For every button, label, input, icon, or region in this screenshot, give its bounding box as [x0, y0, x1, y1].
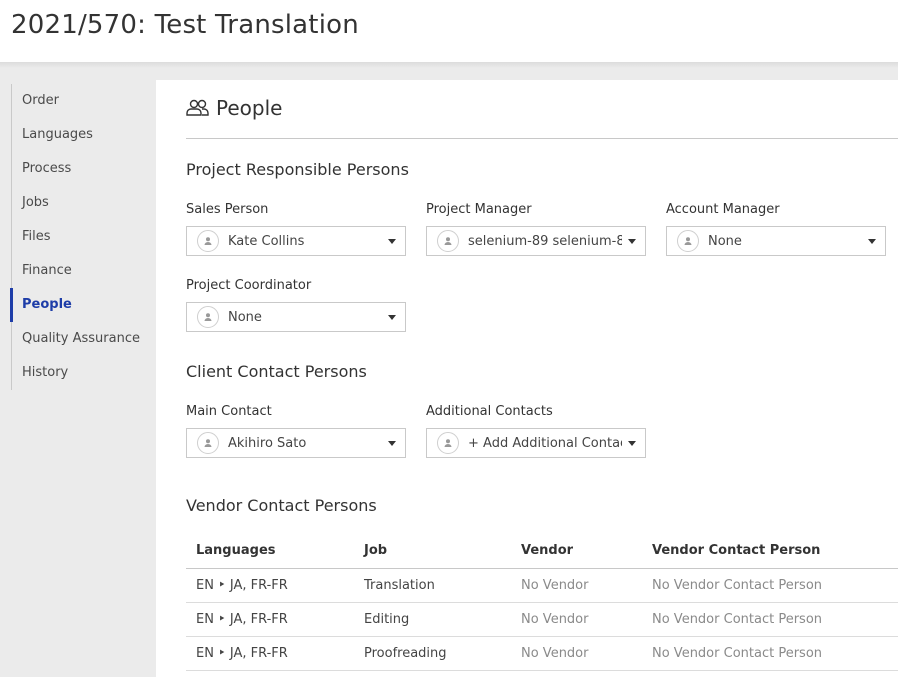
user-avatar-icon	[677, 230, 699, 252]
account-manager-select[interactable]: None	[666, 226, 886, 256]
chevron-down-icon	[628, 440, 636, 446]
cell-vendor: No Vendor	[511, 602, 642, 637]
header-divider	[0, 62, 898, 68]
cell-vendor: No Vendor	[511, 568, 642, 603]
column-header-vendor: Vendor	[511, 534, 642, 569]
main-panel: People Project Responsible Persons Sales…	[156, 80, 898, 677]
account-manager-value: None	[708, 233, 742, 249]
project-coordinator-label: Project Coordinator	[186, 278, 312, 293]
chevron-down-icon	[388, 440, 396, 446]
project-coordinator-value: None	[228, 309, 262, 325]
main-contact-select[interactable]: Akihiro Sato	[186, 428, 406, 458]
project-manager-label: Project Manager	[426, 202, 532, 217]
sales-person-label: Sales Person	[186, 202, 269, 217]
sidebar-item-history[interactable]: History	[12, 356, 151, 390]
section-title-responsible: Project Responsible Persons	[186, 160, 409, 179]
table-row[interactable]: EN ‣ JA, FR-FR Translation No Vendor No …	[186, 568, 898, 603]
cell-vendor-contact: No Vendor Contact Person	[642, 636, 898, 671]
user-avatar-icon	[197, 230, 219, 252]
cell-job: Proofreading	[354, 636, 511, 671]
sidebar-item-quality-assurance[interactable]: Quality Assurance	[12, 322, 151, 356]
table-row[interactable]: EN ‣ JA, FR-FR Editing No Vendor No Vend…	[186, 602, 898, 637]
cell-languages: EN ‣ JA, FR-FR	[186, 602, 354, 637]
user-avatar-icon	[437, 432, 459, 454]
vendor-table: Languages Job Vendor Vendor Contact Pers…	[186, 534, 898, 671]
sidebar-item-process[interactable]: Process	[12, 152, 151, 186]
cell-job: Editing	[354, 602, 511, 637]
cell-languages: EN ‣ JA, FR-FR	[186, 568, 354, 603]
project-manager-value: selenium-89 selenium-89	[468, 233, 622, 249]
user-avatar-icon	[197, 306, 219, 328]
sidebar-item-finance[interactable]: Finance	[12, 254, 151, 288]
project-title: 2021/570: Test Translation	[11, 10, 359, 40]
cell-vendor: No Vendor	[511, 636, 642, 671]
cell-job: Translation	[354, 568, 511, 603]
column-header-languages: Languages	[186, 534, 354, 569]
page-header: 2021/570: Test Translation	[0, 0, 898, 62]
table-row[interactable]: EN ‣ JA, FR-FR Proofreading No Vendor No…	[186, 636, 898, 671]
main-contact-label: Main Contact	[186, 404, 272, 419]
people-icon	[186, 99, 209, 116]
sidebar-item-jobs[interactable]: Jobs	[12, 186, 151, 220]
section-title-vendor: Vendor Contact Persons	[186, 496, 377, 515]
page-title-text: People	[216, 96, 283, 120]
additional-contacts-label: Additional Contacts	[426, 404, 553, 419]
cell-vendor-contact: No Vendor Contact Person	[642, 568, 898, 603]
user-avatar-icon	[197, 432, 219, 454]
sidebar-item-order[interactable]: Order	[12, 84, 151, 118]
column-header-job: Job	[354, 534, 511, 569]
additional-contacts-select[interactable]: + Add Additional Contact	[426, 428, 646, 458]
section-title-client: Client Contact Persons	[186, 362, 367, 381]
project-manager-select[interactable]: selenium-89 selenium-89	[426, 226, 646, 256]
additional-contacts-value: + Add Additional Contact	[468, 435, 622, 451]
chevron-down-icon	[388, 314, 396, 320]
user-avatar-icon	[437, 230, 459, 252]
page-title: People	[186, 96, 282, 120]
sidebar-nav: Order Languages Process Jobs Files Finan…	[10, 84, 151, 390]
cell-vendor-contact: No Vendor Contact Person	[642, 602, 898, 637]
chevron-down-icon	[868, 238, 876, 244]
cell-languages: EN ‣ JA, FR-FR	[186, 636, 354, 671]
project-coordinator-select[interactable]: None	[186, 302, 406, 332]
column-header-vendor-contact: Vendor Contact Person	[642, 534, 898, 569]
sidebar-item-languages[interactable]: Languages	[12, 118, 151, 152]
sales-person-select[interactable]: Kate Collins	[186, 226, 406, 256]
sales-person-value: Kate Collins	[228, 233, 305, 249]
chevron-down-icon	[628, 238, 636, 244]
chevron-down-icon	[388, 238, 396, 244]
table-header-row: Languages Job Vendor Vendor Contact Pers…	[186, 534, 898, 569]
sidebar-item-files[interactable]: Files	[12, 220, 151, 254]
account-manager-label: Account Manager	[666, 202, 780, 217]
sidebar-item-people[interactable]: People	[10, 288, 151, 322]
title-divider	[186, 138, 898, 139]
main-contact-value: Akihiro Sato	[228, 435, 307, 451]
